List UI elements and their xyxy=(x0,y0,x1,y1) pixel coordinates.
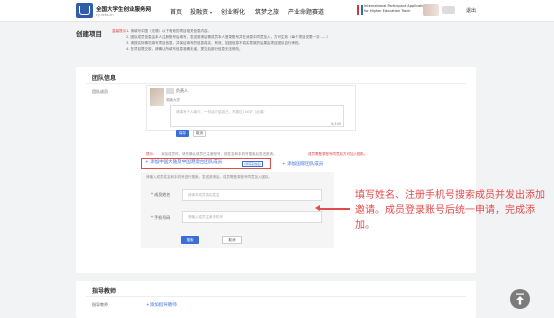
tip-label: 提示： xyxy=(146,152,157,156)
notice-line: 4. 在项目提交前，请确认所填写信息准确无误，提交后部分信息无法修改。 xyxy=(126,47,243,51)
team-section-title: 团队信息 xyxy=(92,75,117,82)
member-name-placeholder: 请填写成员真实姓名 xyxy=(188,193,220,197)
notice-label: 温馨提示 xyxy=(112,29,126,33)
annotation-text: 填写姓名、注册手机号搜索成员并发出添加邀请。成员登录账号后统一申请，完成添加。 xyxy=(355,190,545,231)
divider xyxy=(86,296,466,297)
top-header: 全国大学生创业服务网 cy.ncss.cn 首页 投融资 创业孵化 筑梦之旅 产… xyxy=(0,0,554,22)
notice-line: 1. 请填写中国（无锡）以下有效的项目相关信息内容。 xyxy=(126,29,211,33)
member-school: 湖南大学 xyxy=(166,98,180,102)
member-role-badge: 负责人 xyxy=(176,88,188,93)
intl-line-2: for Higher Education Track xyxy=(364,9,411,13)
add-intl-member-button[interactable]: + 添加国际团队成员 xyxy=(282,161,323,167)
back-to-top-button[interactable] xyxy=(510,289,530,309)
divider xyxy=(86,83,466,84)
member-phone-label: * 手机号码 xyxy=(151,215,171,220)
tip-text: 添加成员时，请先确认成员已注册账号，按姓名和手机号搜索后发送邀请。 xyxy=(161,152,277,156)
nav-item-investment[interactable]: 投融资 xyxy=(190,7,213,16)
intl-application-link[interactable]: International Participant Application fo… xyxy=(364,4,427,14)
search-cancel-button[interactable]: 取消 xyxy=(222,236,242,244)
brand-url: cy.ncss.cn xyxy=(96,13,114,17)
member-intro-textarea[interactable] xyxy=(170,105,344,127)
nav-item-industry-track[interactable]: 产业命题赛道 xyxy=(288,7,324,16)
arrow-left-icon xyxy=(315,205,320,211)
tip-warning: 成员需登录账号同意后方可加入团队。 xyxy=(308,152,368,156)
notice-line: 2. 团队成员信息由本人注册账号后填写，发送邀请后需成员本人登录账号并在消息中同… xyxy=(126,35,330,39)
page-title: 创建项目 xyxy=(76,30,102,38)
search-button[interactable]: 搜索 xyxy=(181,236,199,244)
member-avatar xyxy=(150,88,164,106)
intl-track-logo-icon xyxy=(357,5,363,15)
member-intro-count: 0/100 xyxy=(331,122,342,126)
nav-item-dream-journey[interactable]: 筑梦之旅 xyxy=(255,7,279,16)
real-name-tag: (须真实姓名) xyxy=(242,161,264,167)
avatar[interactable] xyxy=(423,4,439,16)
annotation-arrow xyxy=(318,208,350,210)
search-hint: 请输入成员姓名和手机号进行搜索，发送邀请后，成员需登录账号同意加入团队。 xyxy=(146,175,272,179)
mentor-label: 指导教师 xyxy=(92,302,108,307)
arrow-up-icon xyxy=(516,293,524,305)
add-domestic-member-label: + 添加中国大陆及中国港澳台团队成员 xyxy=(145,160,223,165)
user-name-blurred xyxy=(442,6,455,14)
team-members-label: 团队成员 xyxy=(92,89,108,94)
brand-name[interactable]: 全国大学生创业服务网 xyxy=(96,5,151,13)
member-intro-placeholder: 请填写个人简介，一句话介绍自己，不超过100字（必填） xyxy=(176,110,267,114)
nav-item-home[interactable]: 首页 xyxy=(170,7,182,16)
member-name-label: * 成员姓名 xyxy=(151,192,171,197)
cancel-button[interactable]: 取消 xyxy=(193,130,206,137)
mentor-section-title: 指导教师 xyxy=(92,288,117,295)
nav-item-incubation[interactable]: 创业孵化 xyxy=(221,7,245,16)
notice-line: 3. 请按实际情况填写项目信息，并保证填写的信息真实、有效，如因信息不真实导致的… xyxy=(126,41,302,45)
add-mentor-button[interactable]: +添加指导教师 xyxy=(146,302,177,308)
nav-item-investment-label: 投融资 xyxy=(190,9,209,16)
chevron-down-icon xyxy=(210,11,213,14)
logout-link[interactable]: 退出 xyxy=(466,7,476,14)
mentor-card: 指导教师 xyxy=(76,281,476,318)
save-button[interactable]: 保存 xyxy=(176,130,189,137)
member-name-blurred xyxy=(166,88,174,94)
member-phone-placeholder: 请输入成员注册手机号 xyxy=(188,215,223,219)
brand-logo-icon[interactable] xyxy=(76,3,93,18)
